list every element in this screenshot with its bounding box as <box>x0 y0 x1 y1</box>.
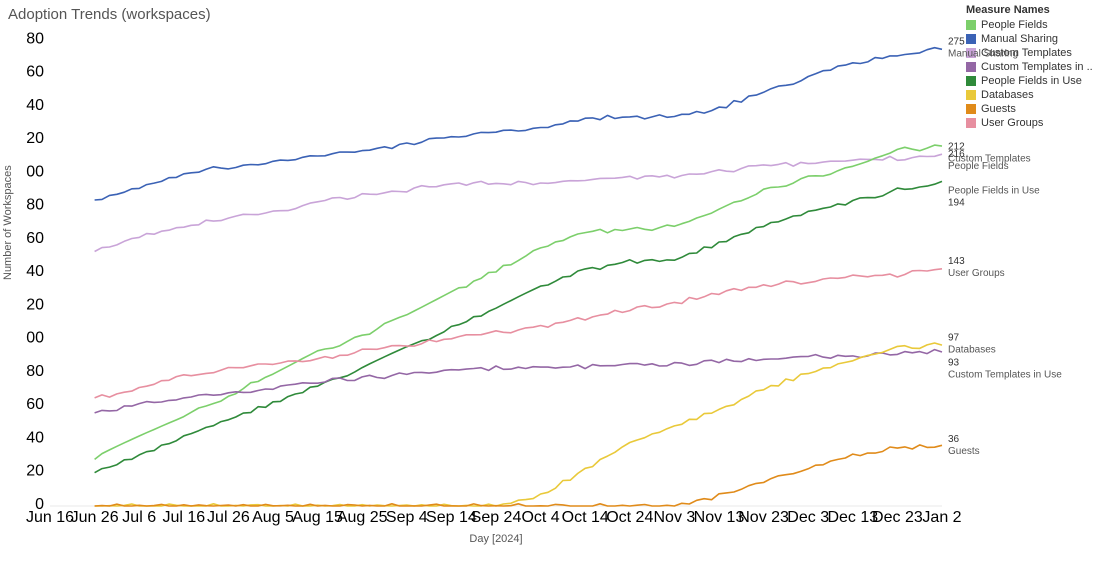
series-end-label: Databases <box>948 345 996 356</box>
series-line <box>95 445 942 506</box>
series-line <box>95 145 942 459</box>
y-tick-label: 20 <box>26 463 44 480</box>
series-end-label: People Fields <box>948 161 1009 172</box>
series-end-label: User Groups <box>948 268 1005 279</box>
series-line <box>95 48 942 200</box>
x-axis-label: Day [2024] <box>469 533 522 545</box>
x-tick-label: Nov 23 <box>738 509 789 526</box>
legend-title: Measure Names <box>966 4 1092 16</box>
y-tick-label: 120 <box>26 296 44 313</box>
series-end-value: 93 <box>948 357 960 368</box>
x-tick-label: Nov 13 <box>694 509 745 526</box>
y-tick-label: 160 <box>26 230 44 247</box>
series-line <box>95 181 942 472</box>
y-tick-label: 80 <box>26 363 44 380</box>
x-tick-label: Jun 26 <box>71 509 119 526</box>
x-tick-label: Jul 16 <box>162 509 205 526</box>
chart-title: Adoption Trends (workspaces) <box>8 6 211 23</box>
series-end-label: Manual Sharing <box>948 49 1018 60</box>
x-tick-label: Nov 3 <box>654 509 696 526</box>
x-tick-label: Sep 14 <box>426 509 477 526</box>
series-end-value: 194 <box>948 197 965 208</box>
y-tick-label: 280 <box>26 30 44 47</box>
y-tick-label: 260 <box>26 64 44 81</box>
x-tick-label: Aug 25 <box>337 509 388 526</box>
x-tick-label: Jun 16 <box>26 509 74 526</box>
y-tick-label: 140 <box>26 263 44 280</box>
series-end-label: Guests <box>948 446 980 457</box>
series-line <box>95 269 942 398</box>
y-tick-label: 100 <box>26 330 44 347</box>
x-tick-label: Aug 5 <box>252 509 294 526</box>
x-tick-label: Jul 26 <box>207 509 250 526</box>
y-tick-label: 40 <box>26 429 44 446</box>
x-tick-label: Oct 4 <box>521 509 559 526</box>
y-axis-label: Number of Workspaces <box>2 165 14 280</box>
x-tick-label: Oct 14 <box>562 509 609 526</box>
x-tick-label: Sep 4 <box>386 509 428 526</box>
x-tick-label: Aug 15 <box>292 509 343 526</box>
x-tick-label: Jan 2 <box>922 509 961 526</box>
x-tick-label: Jul 6 <box>122 509 156 526</box>
x-tick-label: Dec 3 <box>787 509 829 526</box>
x-tick-label: Oct 24 <box>606 509 653 526</box>
y-tick-label: 240 <box>26 97 44 114</box>
series-end-value: 97 <box>948 333 960 344</box>
y-tick-label: 200 <box>26 163 44 180</box>
series-end-value: 143 <box>948 256 965 267</box>
series-end-value: 275 <box>948 37 965 48</box>
y-tick-label: 180 <box>26 197 44 214</box>
series-end-value: 216 <box>948 149 965 160</box>
series-end-label: People Fields in Use <box>948 185 1040 196</box>
x-tick-label: Dec 23 <box>872 509 923 526</box>
y-tick-label: 60 <box>26 396 44 413</box>
series-end-value: 36 <box>948 434 960 445</box>
y-tick-label: 220 <box>26 130 44 147</box>
series-end-label: Custom Templates in Use <box>948 369 1062 380</box>
x-tick-label: Sep 24 <box>471 509 522 526</box>
chart-plot-area: 020406080100120140160180200220240260280J… <box>26 28 1092 548</box>
series-line <box>95 350 942 413</box>
x-tick-label: Dec 13 <box>827 509 878 526</box>
